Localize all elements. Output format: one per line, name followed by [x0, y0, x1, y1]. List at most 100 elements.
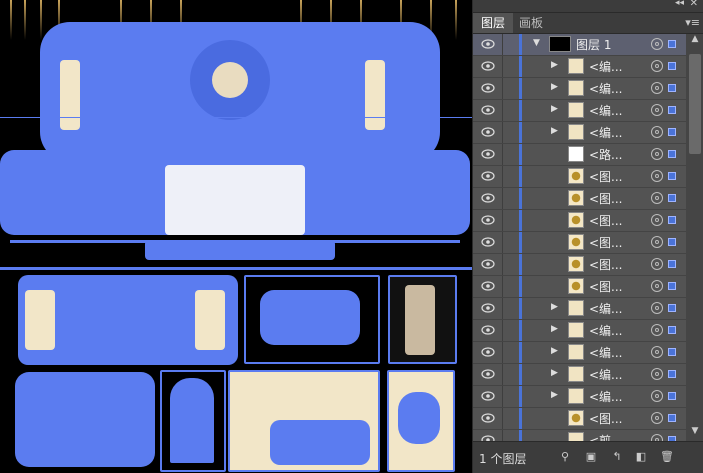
sublayer-row[interactable]: ▶ <编...	[473, 122, 686, 144]
visibility-eye-icon[interactable]	[481, 149, 495, 159]
layer-name[interactable]: <编...	[589, 388, 623, 405]
new-layer-icon[interactable]: ◧	[633, 449, 649, 465]
layer-name[interactable]: <图...	[589, 234, 623, 251]
lock-toggle[interactable]	[502, 166, 503, 187]
detail-arch-selection[interactable]	[15, 372, 155, 467]
selection-indicator[interactable]	[668, 414, 676, 422]
lock-toggle[interactable]	[502, 34, 503, 55]
target-circle-icon[interactable]	[651, 214, 663, 226]
target-circle-icon[interactable]	[651, 38, 663, 50]
visibility-eye-icon[interactable]	[481, 259, 495, 269]
lock-toggle[interactable]	[502, 254, 503, 275]
target-circle-icon[interactable]	[651, 236, 663, 248]
target-circle-icon[interactable]	[651, 302, 663, 314]
lock-toggle[interactable]	[502, 56, 503, 77]
visibility-eye-icon[interactable]	[481, 127, 495, 137]
layer-name[interactable]: <图...	[589, 168, 623, 185]
lock-toggle[interactable]	[502, 100, 503, 121]
lock-toggle[interactable]	[502, 122, 503, 143]
selection-indicator[interactable]	[668, 370, 676, 378]
sublayer-row[interactable]: ▶ <编...	[473, 100, 686, 122]
lock-toggle[interactable]	[502, 408, 503, 429]
visibility-eye-icon[interactable]	[481, 303, 495, 313]
selection-indicator[interactable]	[668, 326, 676, 334]
collapsed-disclosure-icon[interactable]: ▶	[551, 390, 558, 400]
target-circle-icon[interactable]	[651, 324, 663, 336]
target-circle-icon[interactable]	[651, 104, 663, 116]
sublayer-row[interactable]: <图...	[473, 210, 686, 232]
target-circle-icon[interactable]	[651, 82, 663, 94]
selection-indicator[interactable]	[668, 40, 676, 48]
collapse-panel-button[interactable]: ◂◂	[675, 0, 684, 8]
new-sublayer-icon[interactable]: ↰	[609, 449, 625, 465]
selection-indicator[interactable]	[668, 238, 676, 246]
selection-indicator[interactable]	[668, 150, 676, 158]
layer-name[interactable]: <图...	[589, 256, 623, 273]
selection-indicator[interactable]	[668, 304, 676, 312]
layer-name[interactable]: <编...	[589, 322, 623, 339]
lock-toggle[interactable]	[502, 232, 503, 253]
sublayer-row[interactable]: <路...	[473, 144, 686, 166]
collapsed-disclosure-icon[interactable]: ▶	[551, 60, 558, 70]
sublayer-row[interactable]: ▶ <编...	[473, 386, 686, 408]
target-circle-icon[interactable]	[651, 346, 663, 358]
target-circle-icon[interactable]	[651, 192, 663, 204]
lock-toggle[interactable]	[502, 276, 503, 297]
selection-indicator[interactable]	[668, 62, 676, 70]
sublayer-row[interactable]: <图...	[473, 188, 686, 210]
selection-indicator[interactable]	[668, 392, 676, 400]
visibility-eye-icon[interactable]	[481, 193, 495, 203]
collapsed-disclosure-icon[interactable]: ▶	[551, 302, 558, 312]
target-circle-icon[interactable]	[651, 412, 663, 424]
layer-name[interactable]: <编...	[589, 366, 623, 383]
collapsed-disclosure-icon[interactable]: ▶	[551, 346, 558, 356]
lock-toggle[interactable]	[502, 364, 503, 385]
lock-toggle[interactable]	[502, 144, 503, 165]
panel-menu-icon[interactable]: ▾≡	[685, 16, 700, 29]
visibility-eye-icon[interactable]	[481, 105, 495, 115]
selection-indicator[interactable]	[668, 260, 676, 268]
layer-name[interactable]: <图...	[589, 278, 623, 295]
sublayer-row[interactable]: <图...	[473, 276, 686, 298]
layer-name[interactable]: <图...	[589, 410, 623, 427]
collapsed-disclosure-icon[interactable]: ▶	[551, 126, 558, 136]
visibility-eye-icon[interactable]	[481, 325, 495, 335]
selection-indicator[interactable]	[668, 282, 676, 290]
collapsed-disclosure-icon[interactable]: ▶	[551, 368, 558, 378]
target-circle-icon[interactable]	[651, 170, 663, 182]
lock-toggle[interactable]	[502, 342, 503, 363]
selection-indicator[interactable]	[668, 194, 676, 202]
sublayer-row[interactable]: ▶ <编...	[473, 320, 686, 342]
lock-toggle[interactable]	[502, 210, 503, 231]
visibility-eye-icon[interactable]	[481, 347, 495, 357]
visibility-eye-icon[interactable]	[481, 83, 495, 93]
layer-name[interactable]: <编...	[589, 344, 623, 361]
sublayer-row[interactable]: ▶ <编...	[473, 342, 686, 364]
target-circle-icon[interactable]	[651, 368, 663, 380]
layer-name[interactable]: <编...	[589, 300, 623, 317]
visibility-eye-icon[interactable]	[481, 237, 495, 247]
layers-scrollbar[interactable]: ▲ ▼	[686, 34, 703, 442]
close-panel-button[interactable]: ✕	[690, 0, 698, 9]
layer-row[interactable]: ▼ 图层 1	[473, 34, 686, 56]
visibility-eye-icon[interactable]	[481, 39, 495, 49]
layer-name[interactable]: <编...	[589, 124, 623, 141]
target-circle-icon[interactable]	[651, 148, 663, 160]
sublayer-row[interactable]: ▶ <编...	[473, 298, 686, 320]
sublayer-row[interactable]: ▶ <编...	[473, 78, 686, 100]
sublayer-row[interactable]: ▶ <编...	[473, 364, 686, 386]
sublayer-row[interactable]: <图...	[473, 408, 686, 430]
layer-name[interactable]: 图层 1	[576, 36, 611, 53]
lock-toggle[interactable]	[502, 298, 503, 319]
selection-indicator[interactable]	[668, 216, 676, 224]
target-circle-icon[interactable]	[651, 60, 663, 72]
tab-artboards[interactable]: 画板	[511, 13, 551, 33]
sublayer-row[interactable]: <图...	[473, 254, 686, 276]
selection-indicator[interactable]	[668, 128, 676, 136]
scroll-thumb[interactable]	[689, 54, 701, 154]
selection-indicator[interactable]	[668, 106, 676, 114]
tab-layers[interactable]: 图层	[473, 13, 514, 33]
visibility-eye-icon[interactable]	[481, 413, 495, 423]
target-circle-icon[interactable]	[651, 126, 663, 138]
layer-name[interactable]: <图...	[589, 212, 623, 229]
